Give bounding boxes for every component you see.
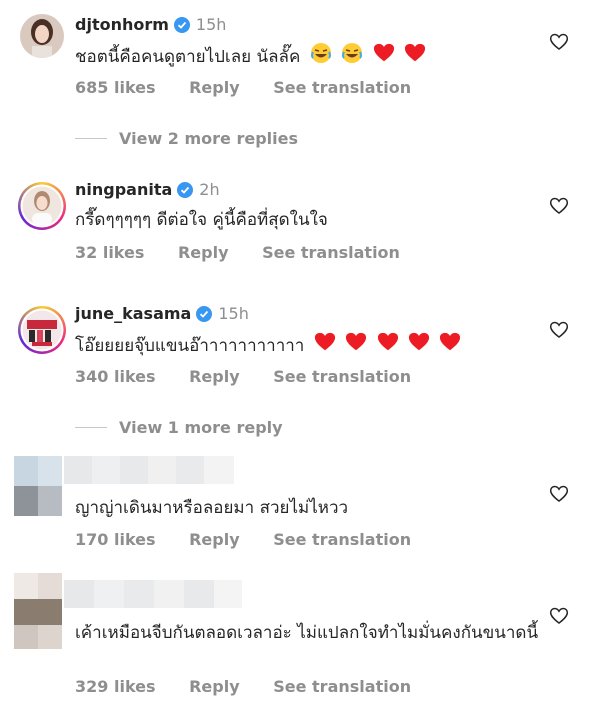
- laughing-emoji-icon: [341, 42, 363, 72]
- avatar[interactable]: [20, 14, 64, 58]
- blurred-avatar: [14, 573, 62, 649]
- divider-line: [75, 427, 107, 428]
- avatar[interactable]: [18, 306, 66, 354]
- comment-text: กรี๊ดๆๆๆๆๆ ดีต่อใจ คู่นี้คือที่สุดในใจ: [75, 210, 328, 230]
- see-translation-button[interactable]: See translation: [273, 367, 411, 386]
- like-heart-icon[interactable]: [549, 320, 569, 340]
- blurred-avatar: [14, 456, 62, 516]
- red-heart-emoji-icon: [439, 331, 461, 361]
- like-heart-icon[interactable]: [549, 606, 569, 626]
- comment-actions: 170 likes Reply See translation: [75, 530, 439, 549]
- avatar[interactable]: [18, 182, 66, 230]
- laughing-emoji-icon: [310, 42, 332, 72]
- red-heart-emoji-icon: [314, 331, 336, 361]
- see-translation-button[interactable]: See translation: [273, 677, 411, 696]
- red-heart-emoji-icon: [404, 42, 426, 72]
- see-translation-button[interactable]: See translation: [273, 78, 411, 97]
- comment-actions: 685 likes Reply See translation: [75, 78, 439, 97]
- blurred-username: [64, 580, 242, 608]
- username[interactable]: ningpanita: [75, 180, 172, 199]
- see-translation-button[interactable]: See translation: [273, 530, 411, 549]
- see-translation-button[interactable]: See translation: [262, 243, 400, 262]
- comment-text: ญาญ่าเดินมาหรือลอยมา สวยไม่ไหวว: [75, 498, 349, 518]
- verified-badge-icon: [173, 16, 190, 33]
- like-heart-icon[interactable]: [549, 196, 569, 216]
- timestamp: 15h: [195, 15, 227, 34]
- comment-text-body: ชอตนี้คือคนดูตายไปเลย นัลลั๊ค: [75, 47, 301, 67]
- view-more-replies-label: View 2 more replies: [119, 129, 299, 148]
- reply-button[interactable]: Reply: [189, 530, 240, 549]
- likes-count[interactable]: 170 likes: [75, 530, 156, 549]
- comment-text-body: โอ๊ยยยยจุ๊บแขนอ๊าาาาาาาาาาา: [75, 336, 305, 356]
- red-heart-emoji-icon: [377, 331, 399, 361]
- reply-button[interactable]: Reply: [189, 367, 240, 386]
- reply-button[interactable]: Reply: [178, 243, 229, 262]
- reply-button[interactable]: Reply: [189, 78, 240, 97]
- red-heart-emoji-icon: [408, 331, 430, 361]
- red-heart-emoji-icon: [373, 42, 395, 72]
- verified-badge-icon: [177, 181, 194, 198]
- like-heart-icon[interactable]: [549, 484, 569, 504]
- timestamp: 15h: [218, 304, 249, 323]
- timestamp: 2h: [199, 180, 220, 199]
- likes-count[interactable]: 329 likes: [75, 677, 156, 696]
- comment-text: เค้าเหมือนจีบกันตลอดเวลาอ่ะ ไม่แปลกใจทำไ…: [75, 623, 539, 643]
- comment-text: โอ๊ยยยยจุ๊บแขนอ๊าาาาาาาาาาา: [75, 331, 545, 361]
- verified-badge-icon: [196, 305, 213, 322]
- comment-text: ชอตนี้คือคนดูตายไปเลย นัลลั๊ค: [75, 42, 545, 72]
- username[interactable]: june_kasama: [75, 304, 191, 323]
- comment-actions: 340 likes Reply See translation: [75, 367, 439, 386]
- view-more-replies-button[interactable]: View 2 more replies: [75, 129, 298, 148]
- blurred-username: [64, 456, 234, 484]
- divider-line: [75, 138, 107, 139]
- likes-count[interactable]: 685 likes: [75, 78, 156, 97]
- view-more-replies-button[interactable]: View 1 more reply: [75, 418, 283, 437]
- likes-count[interactable]: 32 likes: [75, 243, 144, 262]
- reply-button[interactable]: Reply: [189, 677, 240, 696]
- comment-actions: 32 likes Reply See translation: [75, 243, 428, 262]
- view-more-replies-label: View 1 more reply: [119, 418, 283, 437]
- red-heart-emoji-icon: [345, 331, 367, 361]
- username[interactable]: djtonhorm: [75, 15, 169, 34]
- comment-actions: 329 likes Reply See translation: [75, 677, 439, 696]
- likes-count[interactable]: 340 likes: [75, 367, 156, 386]
- like-heart-icon[interactable]: [549, 32, 569, 52]
